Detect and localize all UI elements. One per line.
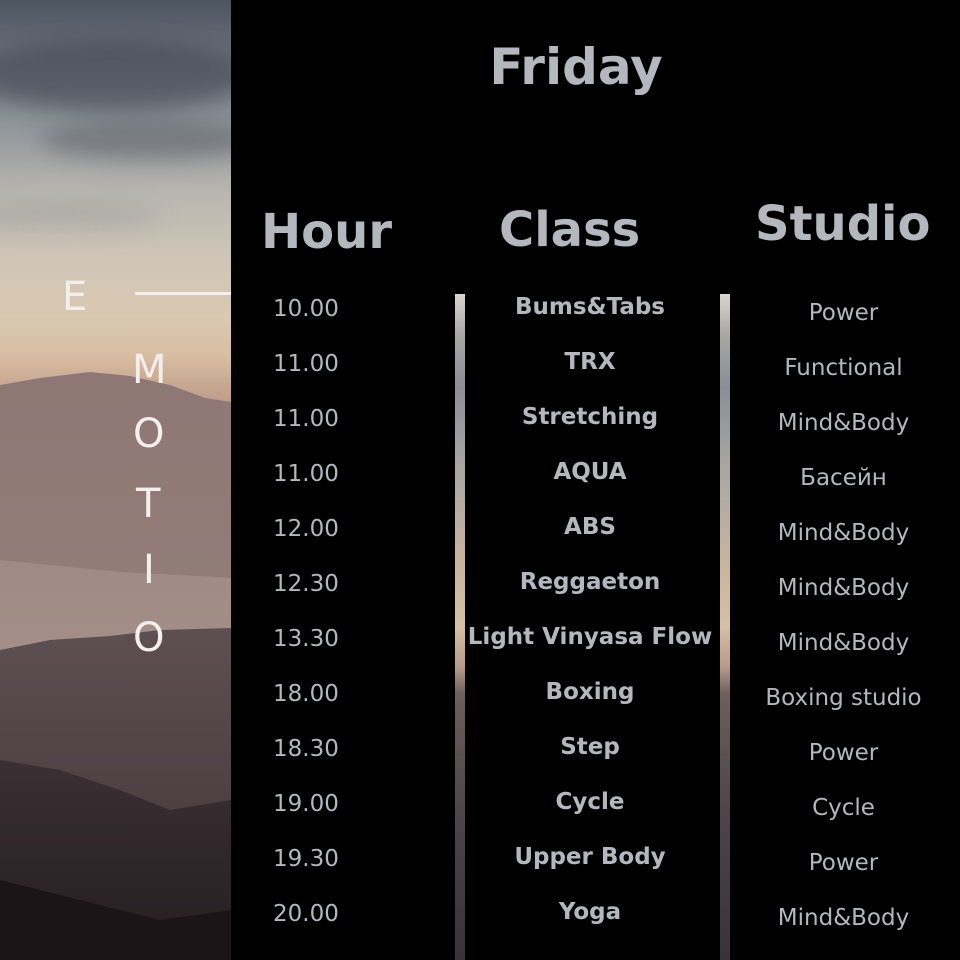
studio-cell: Mind&Body	[777, 630, 910, 656]
hour-cell: 12.30	[273, 571, 339, 597]
brand-letter-m: M	[132, 347, 167, 393]
studio-cell: Басейн	[800, 465, 887, 491]
schedule-row: 11.00 TRX Functional	[231, 345, 960, 400]
brand-letter-e: E	[62, 274, 88, 320]
studio-cell: Mind&Body	[777, 575, 910, 601]
schedule-row: 11.00 Stretching Mind&Body	[231, 400, 960, 455]
landscape-photo: E M O T I O	[0, 0, 231, 960]
schedule-row: 11.00 AQUA Басейн	[231, 455, 960, 510]
studio-cell: Mind&Body	[777, 905, 910, 931]
class-cell: Cycle	[555, 789, 625, 815]
schedule-row: 10.00 Bums&Tabs Power	[231, 290, 960, 345]
class-cell: Upper Body	[514, 844, 666, 870]
schedule-row: 19.00 Cycle Cycle	[231, 785, 960, 840]
hour-cell: 18.30	[273, 736, 339, 762]
hour-cell: 13.30	[273, 626, 339, 652]
brand-letter-o: O	[133, 411, 165, 457]
hour-cell: 11.00	[273, 351, 339, 377]
class-cell: TRX	[564, 349, 616, 375]
hour-cell: 10.00	[273, 296, 339, 322]
class-cell: Reggaeton	[519, 569, 661, 595]
studio-cell: Power	[808, 740, 879, 766]
studio-cell: Mind&Body	[777, 410, 910, 436]
schedule-row: 19.30 Upper Body Power	[231, 840, 960, 895]
studio-cell: Power	[808, 300, 879, 326]
class-cell: Yoga	[558, 899, 622, 925]
hour-cell: 20.00	[273, 901, 339, 927]
class-cell: Light Vinyasa Flow	[467, 624, 713, 650]
column-header-studio: Studio	[755, 196, 931, 252]
schedule-row: 18.30 Step Power	[231, 730, 960, 785]
schedule-row: 12.30 Reggaeton Mind&Body	[231, 565, 960, 620]
hour-cell: 11.00	[273, 406, 339, 432]
column-header-class: Class	[499, 202, 641, 258]
mountains-graphic	[0, 372, 231, 960]
class-cell: Stretching	[521, 404, 659, 430]
brand-letter-o2: O	[133, 615, 165, 661]
day-title: Friday	[489, 38, 663, 96]
studio-cell: Functional	[784, 355, 903, 381]
schedule-row: 13.30 Light Vinyasa Flow Mind&Body	[231, 620, 960, 675]
hour-cell: 18.00	[273, 681, 339, 707]
class-cell: ABS	[564, 514, 616, 540]
column-header-hour: Hour	[261, 204, 392, 260]
hour-cell: 11.00	[273, 461, 339, 487]
studio-cell: Mind&Body	[777, 520, 910, 546]
brand-line	[135, 292, 231, 295]
studio-cell: Power	[808, 850, 879, 876]
class-cell: AQUA	[553, 459, 627, 485]
brand-letter-i: I	[143, 547, 155, 593]
schedule-row: 20.00 Yoga Mind&Body	[231, 895, 960, 950]
studio-cell: Boxing studio	[765, 685, 922, 711]
class-cell: Step	[560, 734, 620, 760]
hour-cell: 12.00	[273, 516, 339, 542]
brand-letter-t: T	[136, 481, 161, 527]
schedule-panel: Friday Hour Class Studio 10.00 Bums&Tabs…	[231, 0, 960, 960]
hour-cell: 19.30	[273, 846, 339, 872]
schedule-table: 10.00 Bums&Tabs Power 11.00 TRX Function…	[231, 290, 960, 950]
studio-cell: Cycle	[812, 795, 875, 821]
schedule-row: 12.00 ABS Mind&Body	[231, 510, 960, 565]
class-cell: Boxing	[545, 679, 635, 705]
hour-cell: 19.00	[273, 791, 339, 817]
class-cell: Bums&Tabs	[514, 294, 666, 320]
schedule-row: 18.00 Boxing Boxing studio	[231, 675, 960, 730]
